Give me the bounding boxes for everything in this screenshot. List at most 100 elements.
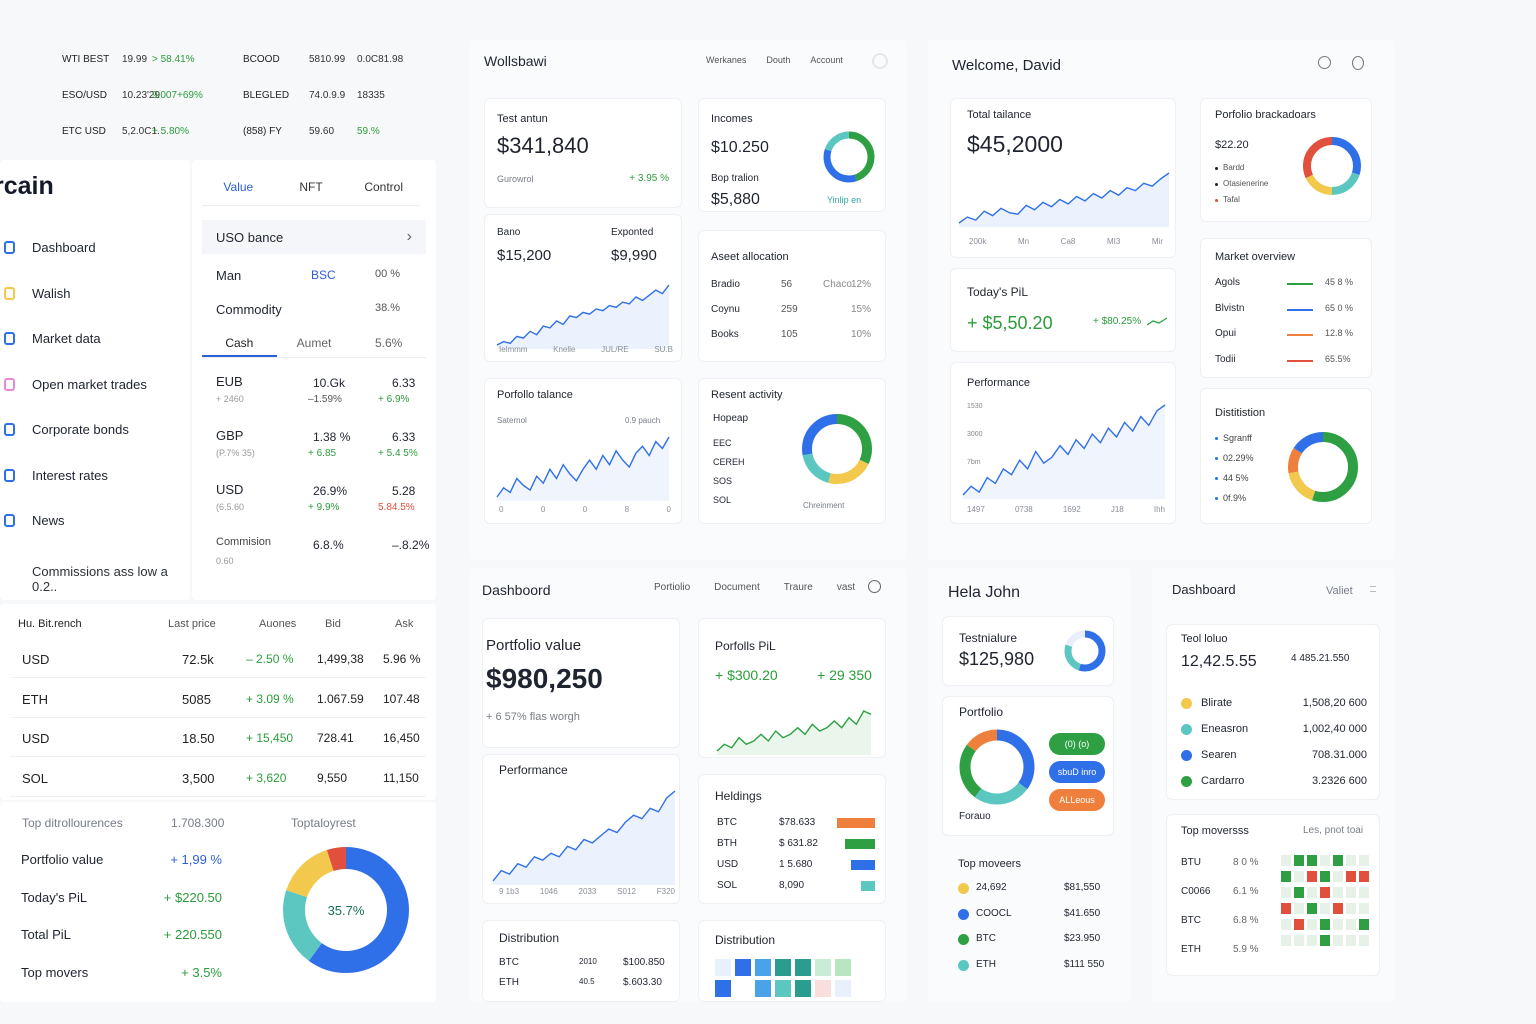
card-value: $125,980 bbox=[959, 649, 1035, 669]
sidebar-item-interest-rates[interactable]: Interest rates bbox=[0, 466, 190, 488]
menu-icon[interactable] bbox=[1370, 586, 1376, 592]
ticker-cell: ETC USD bbox=[62, 126, 106, 137]
table-row[interactable] bbox=[10, 721, 426, 757]
table-cell: 72.5k bbox=[182, 652, 214, 667]
brand-logo: rcain bbox=[0, 172, 54, 200]
search-icon[interactable] bbox=[1318, 56, 1331, 69]
total-value-card: Teol loluo 12,42.5.55 4 485.21.550 Blira… bbox=[1166, 624, 1380, 800]
heat-cell bbox=[1294, 935, 1304, 946]
table-cell: + 3,620 bbox=[246, 770, 287, 785]
heat-cell bbox=[835, 959, 851, 976]
fx-change: 5.28 bbox=[392, 484, 416, 498]
market-name: Opui bbox=[1215, 328, 1237, 339]
tab-control[interactable]: Control bbox=[347, 172, 420, 205]
ticker-cell: 5810.99 bbox=[309, 54, 346, 65]
performance-card: Performance 1530 3000 7bm 1497 0738 1692 J18 I… bbox=[950, 362, 1176, 524]
tab-value[interactable]: Value bbox=[202, 172, 275, 205]
tick-label: F320 bbox=[656, 887, 675, 896]
holding-value: 1 5.680 bbox=[779, 859, 813, 870]
heat-cell bbox=[1333, 871, 1343, 882]
card-side-value: 4 485.21.550 bbox=[1291, 653, 1350, 664]
coin-icon bbox=[1181, 750, 1192, 761]
asset-pill[interactable]: (0) (o) bbox=[1049, 733, 1105, 755]
ticker-cell: > 58.41% bbox=[152, 54, 195, 65]
table-row[interactable] bbox=[10, 761, 426, 797]
nav-link[interactable]: Portiolio bbox=[654, 582, 690, 593]
sidebar-item-news[interactable]: News bbox=[0, 511, 190, 533]
heat-cell bbox=[1359, 919, 1369, 930]
summary-panel: Top ditrollourences 1.708.300 Toptaloyre… bbox=[0, 802, 436, 1002]
heat-cell bbox=[815, 959, 831, 976]
summary-label: Total PiL bbox=[21, 927, 71, 942]
holding-bar bbox=[845, 839, 875, 849]
sidebar-item-label: Corporate bonds bbox=[32, 422, 129, 437]
nav-link[interactable]: Account bbox=[810, 55, 843, 65]
profile-icon[interactable] bbox=[1352, 56, 1364, 70]
nav-link[interactable]: Douth bbox=[766, 55, 790, 65]
mover-value: $111 550 bbox=[1064, 958, 1105, 970]
mover-value: $81,550 bbox=[1064, 882, 1101, 893]
heat-cell bbox=[1281, 935, 1291, 946]
legend-dot bbox=[1215, 457, 1218, 460]
sidebar-item-walish[interactable]: Walish bbox=[0, 284, 190, 306]
bar-chart-icon bbox=[4, 423, 15, 436]
tick-label: Mir bbox=[1151, 237, 1163, 246]
tick-label: 0 bbox=[666, 505, 671, 514]
profile-avatar[interactable] bbox=[872, 53, 888, 69]
distribution-card-2: Distribution BTC 2010 $100.850 ETH 40.5 $.603… bbox=[482, 920, 680, 1002]
donut-caption: Yinlip en bbox=[827, 195, 862, 205]
subtab[interactable]: Cash bbox=[202, 328, 277, 357]
line-area bbox=[493, 791, 675, 885]
portfolio-donut bbox=[959, 729, 1035, 805]
heat-cell bbox=[1359, 887, 1369, 898]
card-label: Today's PiL bbox=[967, 285, 1028, 299]
movers-title: Top moveers bbox=[958, 858, 1021, 870]
heat-cell bbox=[1307, 935, 1317, 946]
tick-label: Mn bbox=[1017, 237, 1030, 246]
uso-balance-row[interactable]: USO bance › bbox=[202, 220, 426, 254]
table-cell: 728.41 bbox=[317, 731, 354, 745]
tick-label: 1046 bbox=[539, 887, 558, 896]
alloc-amount: 259 bbox=[781, 304, 798, 315]
alloc-name: Bradio bbox=[711, 279, 740, 290]
market-percent: 65.5% bbox=[1325, 353, 1351, 364]
card-label: Incomes bbox=[711, 113, 753, 125]
sidebar-item-market-data[interactable]: Market data bbox=[0, 329, 190, 351]
sidebar-item-corporate-bonds[interactable]: Corporate bonds bbox=[0, 420, 190, 442]
asset-pill[interactable]: ALLeous bbox=[1049, 789, 1105, 811]
search-icon[interactable] bbox=[868, 580, 881, 593]
nav-link[interactable]: Traure bbox=[784, 582, 813, 593]
nav-link[interactable]: Document bbox=[714, 582, 760, 593]
subtab[interactable]: 5.6% bbox=[351, 328, 426, 357]
ticker-panel: WTI BEST 19.99 > 58.41% BCOOD 5810.99 0.0C81.… bbox=[0, 40, 436, 160]
nav-link[interactable]: vast bbox=[837, 582, 855, 593]
ticker-cell: 19.99 bbox=[122, 54, 148, 65]
table-cell: 1.067.59 bbox=[317, 691, 364, 706]
table-cell: 18.50 bbox=[182, 731, 215, 746]
tab-nft[interactable]: NFT bbox=[275, 172, 348, 205]
asset-pill[interactable]: sbuD inro bbox=[1049, 761, 1105, 783]
legend-dot bbox=[1215, 183, 1218, 186]
heat-cell bbox=[775, 980, 791, 997]
coin-name: Searen bbox=[1201, 749, 1237, 761]
market-sparkline bbox=[1287, 283, 1313, 285]
sidebar-item-open-market-trades[interactable]: Open market trades bbox=[0, 375, 190, 397]
monitor-icon bbox=[4, 468, 15, 482]
mover-name: ETH bbox=[976, 958, 996, 970]
ticker-cell: (858) FY bbox=[243, 126, 282, 137]
market-percent: 65 0 % bbox=[1325, 302, 1354, 313]
pl-change: + 29 350 bbox=[817, 667, 872, 683]
heat-cell bbox=[755, 959, 771, 976]
heat-cell bbox=[775, 959, 791, 976]
wallet-title: Wollsbawi bbox=[484, 53, 547, 69]
card-label: Testnialure bbox=[959, 631, 1018, 645]
heat-cell bbox=[735, 959, 751, 976]
subtab[interactable]: Aumet bbox=[277, 328, 352, 357]
card-sub: Saternol bbox=[497, 416, 527, 425]
portfolio-balance-line-chart bbox=[496, 436, 670, 501]
wallet-link[interactable]: Valiet bbox=[1326, 585, 1353, 597]
mover-percent: 8 0 % bbox=[1233, 857, 1259, 868]
heat-cell bbox=[1320, 855, 1330, 866]
nav-link[interactable]: Werkanes bbox=[706, 55, 746, 65]
sidebar-item-dashboard[interactable]: Dashboard bbox=[0, 238, 190, 260]
